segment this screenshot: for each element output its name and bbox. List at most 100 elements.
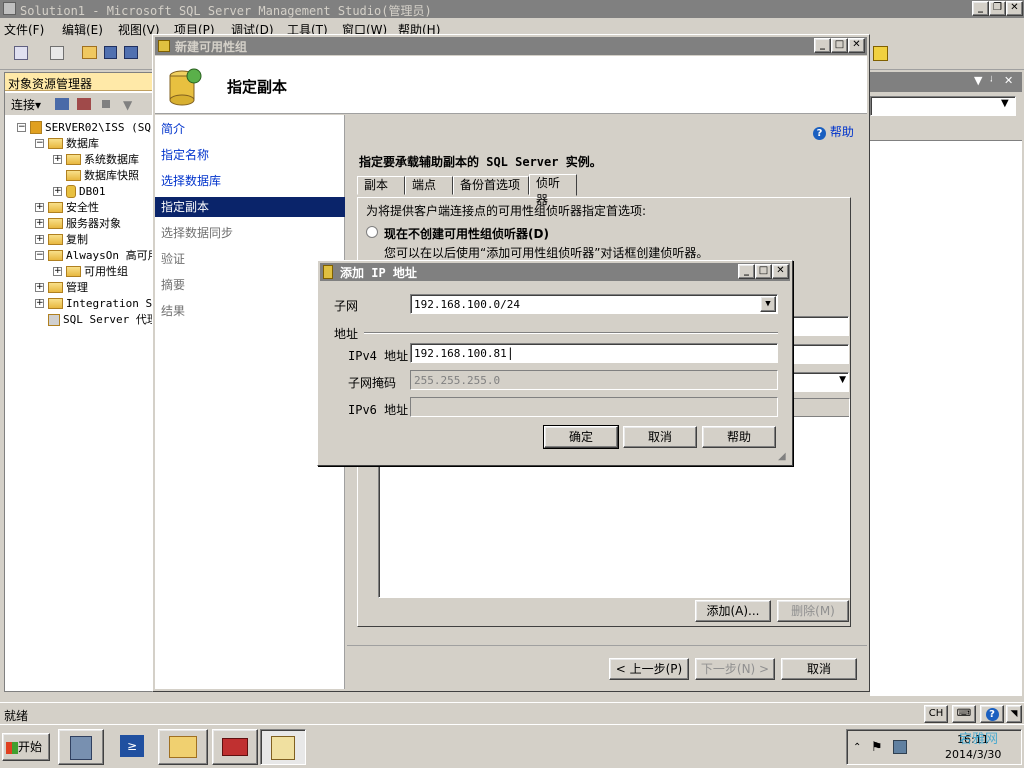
- tree-node-label: SQL Server 代理: [63, 313, 153, 326]
- tree-node[interactable]: − AlwaysOn 高可用: [35, 247, 153, 263]
- save-all-icon[interactable]: [124, 46, 138, 59]
- minimize-button[interactable]: _: [972, 1, 989, 16]
- save-icon[interactable]: [104, 46, 117, 59]
- tree-node[interactable]: − SERVER02\ISS (SQL: [17, 119, 153, 135]
- properties-combobox[interactable]: ▼: [870, 96, 1016, 116]
- network-mode-combo[interactable]: ▼: [791, 372, 849, 392]
- resize-grip-icon[interactable]: ◢: [778, 451, 786, 462]
- add-item-icon[interactable]: [50, 46, 64, 60]
- no-listener-label[interactable]: 现在不创建可用性组侦听器(D): [384, 225, 549, 242]
- tree-node[interactable]: + 管理: [35, 279, 88, 295]
- clock-date[interactable]: 2014/3/30: [945, 748, 1001, 761]
- wizard-cancel-button[interactable]: 取消: [781, 658, 857, 680]
- connect-icon[interactable]: [55, 98, 69, 110]
- keyboard-icon[interactable]: ⌨: [952, 705, 976, 723]
- expand-icon[interactable]: +: [35, 299, 44, 308]
- toolbox-icon[interactable]: [212, 729, 258, 765]
- help-link[interactable]: ? 帮助: [813, 123, 854, 140]
- back-button[interactable]: < 上一步(P): [609, 658, 689, 680]
- menu-item-0[interactable]: 文件(F): [4, 21, 44, 38]
- dialog-close-button[interactable]: ✕: [772, 264, 789, 279]
- menu-item-1[interactable]: 编辑(E): [62, 21, 103, 38]
- dialog-maximize-button[interactable]: □: [755, 264, 772, 279]
- tree-node[interactable]: + 服务器对象: [35, 215, 121, 231]
- combo-arrow-icon[interactable]: ▼: [1001, 98, 1009, 109]
- tree-node[interactable]: + Integration Se: [35, 295, 153, 311]
- tab-3[interactable]: 侦听器: [529, 174, 577, 207]
- action-center-flag-icon[interactable]: ⚑: [871, 740, 883, 755]
- ssms-taskbar-icon[interactable]: [260, 729, 306, 765]
- panel-dropdown-icon[interactable]: ▼: [974, 74, 982, 87]
- listener-port-field[interactable]: [791, 344, 849, 364]
- wizard-nav-item[interactable]: 简介: [155, 119, 345, 139]
- tab-1[interactable]: 端点: [405, 176, 453, 195]
- folder-icon: [66, 266, 81, 277]
- network-icon[interactable]: [893, 740, 907, 754]
- wizard-minimize-button[interactable]: _: [814, 38, 831, 53]
- pin-icon[interactable]: ᛍ: [988, 74, 995, 87]
- tree-node[interactable]: + 安全性: [35, 199, 99, 215]
- wizard-nav-item[interactable]: 指定名称: [155, 145, 345, 165]
- collapse-icon[interactable]: −: [35, 139, 44, 148]
- next-button[interactable]: 下一步(N) >: [695, 658, 775, 680]
- panel-close-icon[interactable]: ✕: [1004, 74, 1013, 87]
- add-button[interactable]: 添加(A)...: [695, 600, 771, 622]
- no-listener-radio[interactable]: [366, 226, 378, 238]
- dialog-cancel-button[interactable]: 取消: [623, 426, 697, 448]
- ok-button[interactable]: 确定: [543, 425, 619, 449]
- wizard-close-button[interactable]: ✕: [848, 38, 865, 53]
- subnet-select[interactable]: 192.168.100.0/24 ▼: [410, 294, 778, 314]
- wizard-nav-item[interactable]: 指定副本: [155, 197, 345, 217]
- tree-node[interactable]: + 复制: [35, 231, 88, 247]
- tree-node[interactable]: + 系统数据库: [53, 151, 139, 167]
- ipv4-input[interactable]: 192.168.100.81|: [410, 343, 778, 363]
- stop-icon[interactable]: [102, 100, 110, 108]
- expand-icon[interactable]: +: [35, 203, 44, 212]
- tree-node[interactable]: SQL Server 代理: [35, 311, 153, 327]
- remove-button[interactable]: 删除(M): [777, 600, 849, 622]
- tab-2[interactable]: 备份首选项: [453, 176, 529, 195]
- listener-name-field[interactable]: [791, 316, 849, 336]
- watermark-logo: 宕雅网: [959, 732, 999, 747]
- connect-button[interactable]: 连接▾: [11, 96, 41, 113]
- open-file-icon[interactable]: [82, 46, 97, 59]
- wizard-maximize-button[interactable]: □: [831, 38, 848, 53]
- wizard-nav-item[interactable]: 选择数据库: [155, 171, 345, 191]
- expand-icon[interactable]: +: [53, 267, 62, 276]
- expand-icon[interactable]: +: [53, 155, 62, 164]
- powershell-icon[interactable]: ≥: [112, 731, 152, 763]
- tree-node[interactable]: 数据库快照: [53, 167, 139, 183]
- help-icon: ?: [813, 127, 826, 140]
- system-tray: ⌃ ⚑ 16:11 2014/3/30 宕雅网: [846, 729, 1022, 765]
- tray-expand-icon[interactable]: ⌃: [853, 742, 861, 753]
- expand-icon[interactable]: +: [35, 219, 44, 228]
- wizard-title-bar: 新建可用性组 _ □ ✕: [155, 37, 867, 55]
- new-query-icon[interactable]: [14, 46, 28, 60]
- start-button[interactable]: 开始: [2, 733, 50, 761]
- dropdown-arrow-icon[interactable]: ▼: [760, 296, 776, 312]
- expand-icon[interactable]: +: [53, 187, 62, 196]
- tree-node[interactable]: + DB01: [53, 183, 106, 199]
- activity-monitor-icon[interactable]: [873, 46, 888, 61]
- dialog-minimize-button[interactable]: _: [738, 264, 755, 279]
- tree-node[interactable]: + 可用性组: [53, 263, 128, 279]
- collapse-icon[interactable]: −: [35, 251, 44, 260]
- close-button[interactable]: ✕: [1006, 1, 1023, 16]
- windows-logo-icon: [6, 741, 18, 754]
- help-label: 帮助: [829, 125, 854, 139]
- filter-icon[interactable]: ▼: [123, 98, 132, 112]
- server-manager-icon[interactable]: [58, 729, 104, 765]
- folder-icon: [48, 218, 63, 229]
- collapse-icon[interactable]: −: [17, 123, 26, 132]
- explorer-icon[interactable]: [158, 729, 208, 765]
- dialog-help-button[interactable]: 帮助: [702, 426, 776, 448]
- ime-help-icon[interactable]: ?: [980, 705, 1004, 723]
- restore-button[interactable]: ❐: [989, 1, 1006, 16]
- expand-icon[interactable]: +: [35, 235, 44, 244]
- tree-node[interactable]: − 数据库: [35, 135, 99, 151]
- disconnect-icon[interactable]: [77, 98, 91, 110]
- ime-collapse-icon[interactable]: ◥: [1006, 705, 1022, 723]
- tab-0[interactable]: 副本: [357, 176, 405, 195]
- expand-icon[interactable]: +: [35, 283, 44, 292]
- language-indicator[interactable]: CH: [924, 705, 948, 723]
